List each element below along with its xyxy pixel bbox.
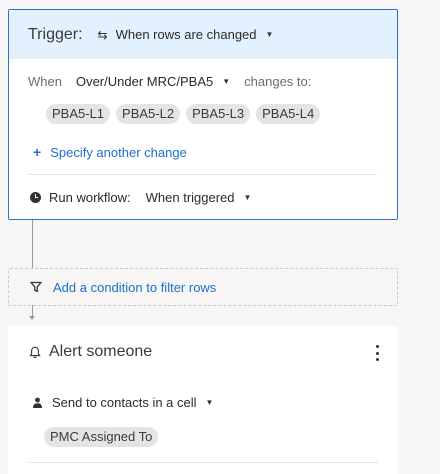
arrow-down-icon	[29, 316, 35, 320]
add-condition-button[interactable]: Add a condition to filter rows	[8, 268, 398, 306]
run-workflow-label: Run workflow:	[49, 189, 131, 205]
trigger-type-label: When rows are changed	[115, 27, 257, 42]
divider	[29, 462, 378, 463]
trigger-type-dropdown[interactable]: ⇆ When rows are changed ▼	[98, 27, 274, 42]
run-workflow-dropdown[interactable]: When triggered ▼	[146, 190, 252, 205]
action-title: Alert someone	[49, 343, 153, 360]
connector-line	[32, 220, 33, 268]
field-label: Over/Under MRC/PBA5	[75, 73, 214, 89]
action-header: Alert someone	[29, 343, 152, 361]
swap-arrows-icon: ⇆	[97, 27, 108, 42]
more-options-icon[interactable]	[374, 345, 380, 361]
run-workflow-row: Run workflow: When triggered ▼	[30, 186, 251, 208]
specify-another-change-label: Specify another change	[50, 144, 187, 160]
run-workflow-value: When triggered	[145, 189, 235, 205]
specify-another-change-link[interactable]: + Specify another change	[33, 144, 187, 160]
value-chip[interactable]: PBA5-L2	[116, 104, 181, 124]
value-chip[interactable]: PBA5-L1	[46, 104, 111, 124]
plus-icon: +	[33, 144, 42, 160]
trigger-title: Trigger:	[28, 25, 83, 43]
value-chip[interactable]: PBA5-L4	[256, 104, 321, 124]
caret-down-icon: ▼	[205, 397, 214, 407]
send-to-dropdown[interactable]: Send to contacts in a cell ▼	[32, 392, 213, 412]
person-icon	[33, 397, 42, 408]
trigger-card[interactable]: Trigger: ⇆ When rows are changed ▼ When …	[8, 9, 398, 220]
value-chip[interactable]: PBA5-L3	[186, 104, 251, 124]
trigger-header: Trigger: ⇆ When rows are changed ▼	[9, 10, 397, 59]
send-to-label: Send to contacts in a cell	[52, 394, 197, 410]
bell-icon	[29, 346, 41, 358]
field-dropdown[interactable]: Over/Under MRC/PBA5 ▼	[76, 74, 230, 89]
condition-row: When Over/Under MRC/PBA5 ▼ changes to:	[28, 70, 311, 92]
workflow-canvas: Trigger: ⇆ When rows are changed ▼ When …	[0, 0, 440, 474]
changes-to-label: changes to:	[244, 73, 312, 89]
filter-icon	[30, 281, 42, 293]
clock-icon	[30, 191, 41, 203]
value-chips: PBA5-L1 PBA5-L2 PBA5-L3 PBA5-L4	[46, 104, 321, 124]
caret-down-icon: ▼	[222, 76, 231, 86]
caret-down-icon: ▼	[265, 30, 274, 39]
action-card[interactable]: Alert someone Send to contacts in a cell…	[8, 326, 398, 474]
when-label: When	[28, 73, 62, 89]
divider	[28, 174, 377, 175]
caret-down-icon: ▼	[243, 192, 252, 202]
contact-column-chip[interactable]: PMC Assigned To	[44, 427, 159, 447]
add-condition-label: Add a condition to filter rows	[53, 279, 217, 295]
